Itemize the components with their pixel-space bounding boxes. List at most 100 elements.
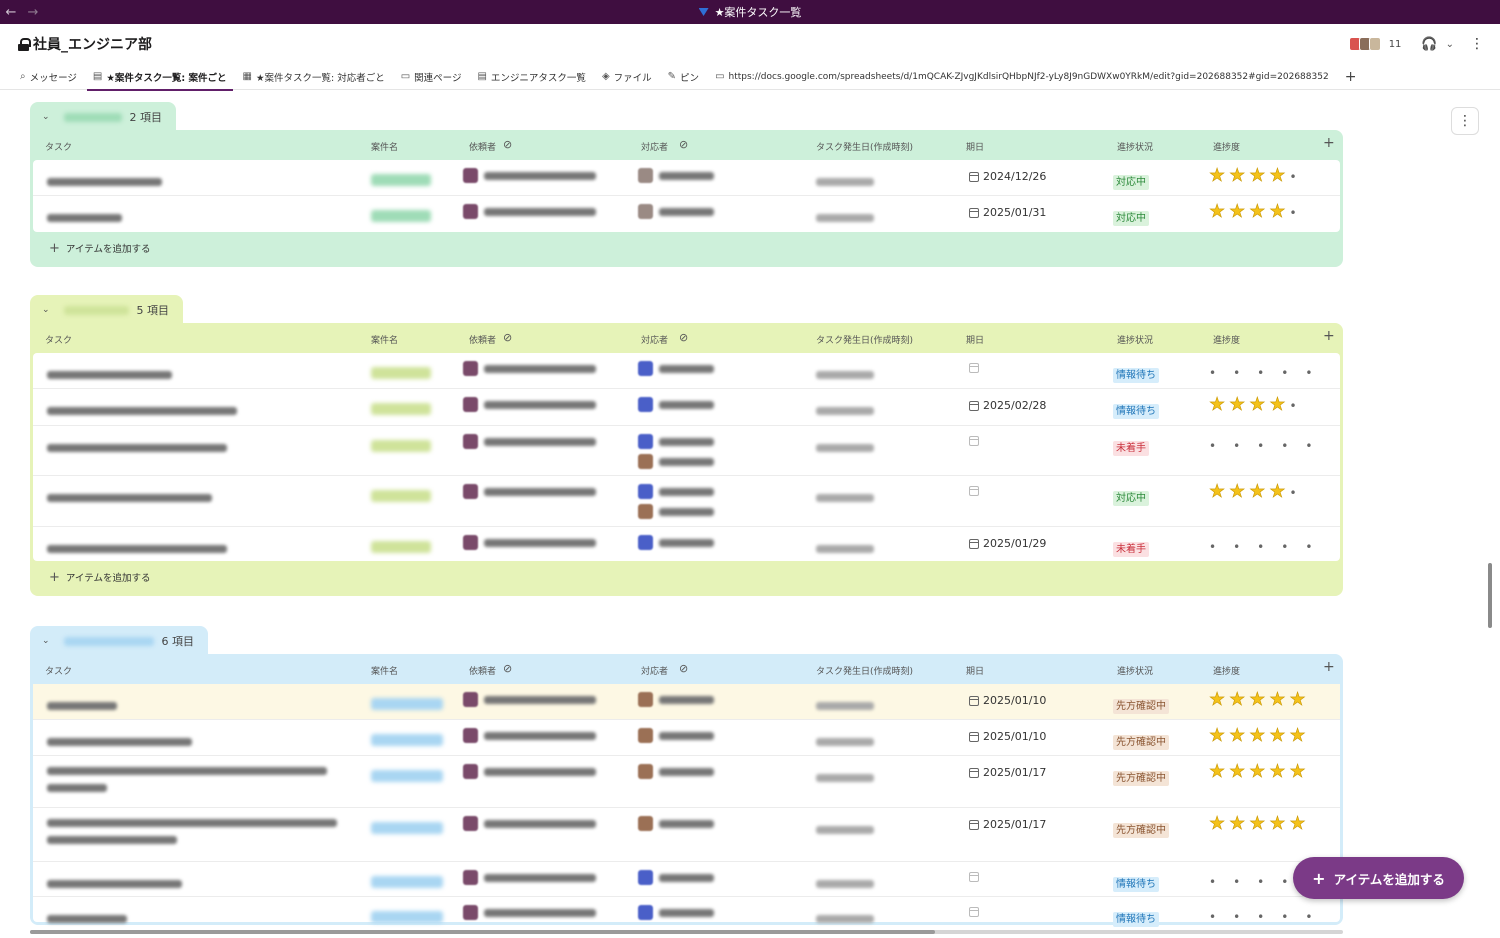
table-row[interactable]: 2024/12/26 対応中 ★★★★•: [33, 160, 1340, 196]
due-date[interactable]: [969, 363, 983, 373]
status-cell[interactable]: 対応中: [1113, 486, 1149, 506]
table-row[interactable]: 2025/01/29 未着手 •••••: [33, 527, 1340, 561]
chevron-down-icon[interactable]: ⌄: [1446, 39, 1454, 50]
project-name[interactable]: [371, 731, 443, 750]
status-cell[interactable]: 情報待ち: [1113, 399, 1159, 419]
project-name[interactable]: [371, 767, 443, 786]
requester-cell[interactable]: [463, 764, 596, 779]
column-header-created[interactable]: タスク発生日(作成時刻): [816, 664, 913, 677]
assignee-cell[interactable]: [638, 905, 714, 925]
table-row[interactable]: 情報待ち •••••: [33, 862, 1340, 897]
tab-3[interactable]: ▭ 関連ページ: [401, 64, 462, 90]
assignee-cell[interactable]: [638, 870, 714, 890]
tab-0[interactable]: ⌕ メッセージ: [20, 64, 77, 90]
assignee-cell[interactable]: [638, 204, 714, 224]
table-row[interactable]: 未着手 •••••: [33, 426, 1340, 476]
table-row[interactable]: 対応中 ★★★★•: [33, 476, 1340, 527]
task-name[interactable]: [47, 207, 122, 226]
due-date[interactable]: 2025/01/10: [969, 730, 1046, 743]
requester-cell[interactable]: [463, 484, 596, 499]
due-date[interactable]: 2024/12/26: [969, 170, 1046, 183]
member-count[interactable]: 11: [1389, 39, 1402, 50]
due-date[interactable]: 2025/02/28: [969, 399, 1046, 412]
group-header[interactable]: ⌄ 5 項目: [30, 295, 184, 325]
assignee-cell[interactable]: [638, 535, 714, 555]
project-name[interactable]: [371, 364, 431, 383]
assignee-cell[interactable]: [638, 397, 714, 417]
column-header-requester[interactable]: 依頼者: [469, 140, 496, 153]
status-cell[interactable]: 先方確認中: [1113, 818, 1169, 838]
project-name[interactable]: [371, 400, 431, 419]
progress-rating[interactable]: •••••: [1209, 435, 1329, 454]
column-header-project[interactable]: 案件名: [371, 333, 398, 346]
task-name[interactable]: [47, 873, 182, 892]
channel-name[interactable]: 社員_エンジニア部: [33, 34, 152, 54]
task-name[interactable]: [47, 364, 172, 383]
add-column-button[interactable]: +: [1323, 135, 1335, 151]
column-header-assignee[interactable]: 対応者: [641, 333, 668, 346]
requester-cell[interactable]: [463, 728, 596, 743]
column-header-created[interactable]: タスク発生日(作成時刻): [816, 333, 913, 346]
task-name[interactable]: [47, 908, 127, 927]
tab-6[interactable]: ✎ ピン: [668, 64, 699, 90]
column-header-requester[interactable]: 依頼者: [469, 664, 496, 677]
group-header[interactable]: ⌄ 2 項目: [30, 102, 177, 132]
task-name[interactable]: [47, 538, 227, 557]
project-name[interactable]: [371, 487, 431, 506]
progress-rating[interactable]: •••••: [1209, 906, 1329, 925]
requester-cell[interactable]: [463, 168, 596, 183]
requester-cell[interactable]: [463, 397, 596, 412]
column-header-task[interactable]: タスク: [45, 333, 72, 346]
add-tab-button[interactable]: +: [1345, 64, 1357, 90]
task-name[interactable]: [47, 437, 227, 456]
status-cell[interactable]: 未着手: [1113, 537, 1149, 557]
status-cell[interactable]: 対応中: [1113, 206, 1149, 226]
requester-cell[interactable]: [463, 692, 596, 707]
column-header-progress[interactable]: 進捗度: [1213, 140, 1240, 153]
column-header-assignee[interactable]: 対応者: [641, 140, 668, 153]
project-name[interactable]: [371, 908, 443, 927]
project-name[interactable]: [371, 695, 443, 714]
task-name[interactable]: [47, 695, 117, 714]
member-avatars[interactable]: [1348, 37, 1381, 51]
assignee-cell[interactable]: [638, 434, 714, 474]
task-name[interactable]: [47, 819, 337, 853]
table-row[interactable]: 2025/01/17 先方確認中 ★★★★★: [33, 756, 1340, 808]
canvas-options-button[interactable]: ⋮: [1451, 107, 1479, 135]
due-date[interactable]: [969, 907, 983, 917]
status-cell[interactable]: 対応中: [1113, 170, 1149, 190]
add-item-button[interactable]: + アイテムを追加する: [33, 232, 1340, 264]
task-name[interactable]: [47, 487, 212, 506]
column-header-due[interactable]: 期日: [966, 333, 984, 346]
progress-rating[interactable]: ★★★★•: [1209, 481, 1312, 503]
status-cell[interactable]: 情報待ち: [1113, 872, 1159, 892]
horizontal-scrollbar[interactable]: [30, 930, 1343, 934]
due-date[interactable]: 2025/01/29: [969, 537, 1046, 550]
requester-cell[interactable]: [463, 361, 596, 376]
column-header-project[interactable]: 案件名: [371, 664, 398, 677]
requester-cell[interactable]: [463, 204, 596, 219]
requester-cell[interactable]: [463, 870, 596, 885]
chevron-down-icon[interactable]: ⌄: [42, 112, 50, 122]
column-header-progress[interactable]: 進捗度: [1213, 664, 1240, 677]
project-name[interactable]: [371, 207, 431, 226]
table-row[interactable]: 情報待ち •••••: [33, 897, 1340, 927]
task-name[interactable]: [47, 767, 327, 801]
column-header-assignee[interactable]: 対応者: [641, 664, 668, 677]
due-date[interactable]: [969, 436, 983, 446]
due-date[interactable]: 2025/01/17: [969, 818, 1046, 831]
assignee-cell[interactable]: [638, 361, 714, 381]
assignee-cell[interactable]: [638, 764, 714, 784]
progress-rating[interactable]: ★★★★•: [1209, 165, 1312, 187]
tab-7[interactable]: ▭ https://docs.google.com/spreadsheets/d/…: [715, 64, 1329, 90]
status-cell[interactable]: 先方確認中: [1113, 730, 1169, 750]
due-date[interactable]: [969, 486, 983, 496]
table-row[interactable]: 情報待ち •••••: [33, 353, 1340, 389]
assignee-cell[interactable]: [638, 692, 714, 712]
table-row[interactable]: 2025/01/17 先方確認中 ★★★★★: [33, 808, 1340, 862]
project-name[interactable]: [371, 538, 431, 557]
vertical-scrollbar[interactable]: [1488, 563, 1492, 628]
tab-2[interactable]: ▦ ★案件タスク一覧: 対応者ごと: [243, 64, 385, 90]
column-header-due[interactable]: 期日: [966, 664, 984, 677]
add-column-button[interactable]: +: [1323, 328, 1335, 344]
